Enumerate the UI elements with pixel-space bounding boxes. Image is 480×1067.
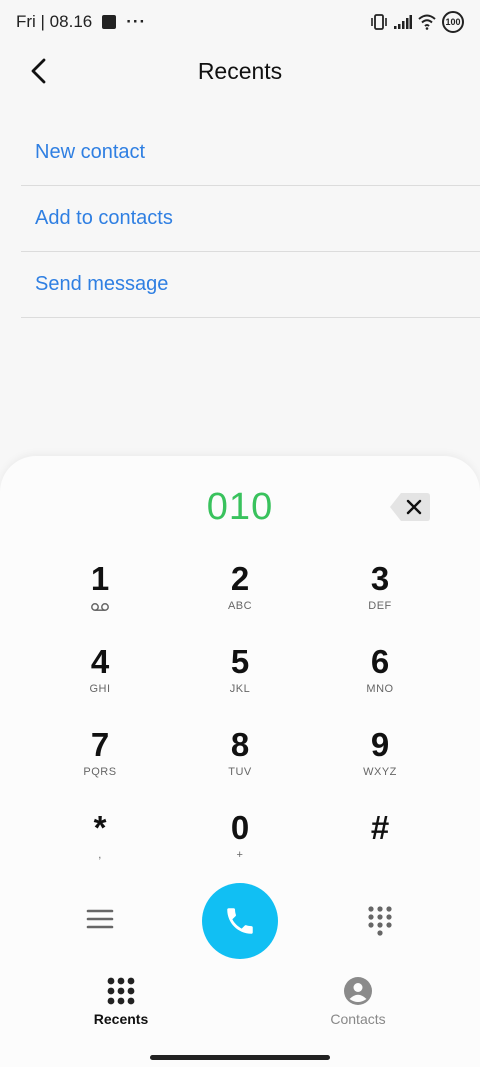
- new-contact-item[interactable]: New contact: [21, 120, 480, 186]
- phone-icon: [227, 908, 253, 934]
- key-letters: ,: [98, 849, 102, 861]
- key-star[interactable]: * ,: [30, 805, 170, 888]
- page-title: Recents: [197, 57, 283, 84]
- status-right: 100: [370, 11, 464, 33]
- backspace-button[interactable]: [389, 492, 431, 522]
- tab-recents-label: Recents: [93, 1011, 149, 1027]
- home-indicator[interactable]: [150, 1055, 330, 1060]
- key-hash[interactable]: #: [310, 805, 450, 888]
- key-2[interactable]: 2 ABC: [170, 556, 310, 639]
- tab-recents[interactable]: Recents: [61, 977, 181, 1027]
- back-button[interactable]: [22, 54, 56, 88]
- backspace-icon: [390, 493, 430, 521]
- dialpad-icon: [368, 906, 392, 936]
- status-time: Fri | 08.16: [16, 12, 93, 31]
- keypad-row: 4 GHI 5 JKL 6 MNO: [30, 639, 450, 722]
- more-notifications-icon: ···: [126, 12, 147, 31]
- menu-button[interactable]: [86, 907, 114, 931]
- key-letters: ABC: [227, 600, 253, 612]
- keypad-toggle-button[interactable]: [366, 905, 394, 937]
- key-7[interactable]: 7 PQRS: [30, 722, 170, 805]
- keypad-row: * , 0 + #: [30, 805, 450, 888]
- key-letters: TUV: [228, 766, 252, 778]
- key-digit: *: [93, 809, 107, 846]
- key-9[interactable]: 9 WXYZ: [310, 722, 450, 805]
- dialer-panel: 010 1 2 ABC 3 DEF 4 GHI 5 JKL 6 MNO 7 PQ…: [0, 456, 480, 1067]
- status-left: Fri | 08.16 ···: [16, 12, 146, 32]
- contact-avatar-icon: [344, 977, 372, 1005]
- key-digit: 4: [90, 643, 110, 680]
- action-list: New contact Add to contacts Send message: [0, 120, 480, 318]
- key-letters: JKL: [229, 683, 251, 695]
- status-bar: Fri | 08.16 ··· 100: [0, 0, 480, 44]
- key-digit: 2: [230, 560, 250, 597]
- key-3[interactable]: 3 DEF: [310, 556, 450, 639]
- key-digit: 9: [370, 726, 390, 763]
- key-digit: 0: [230, 809, 250, 846]
- tab-contacts[interactable]: Contacts: [298, 977, 418, 1027]
- key-letters: WXYZ: [363, 766, 397, 778]
- chevron-left-icon: [31, 58, 46, 84]
- keypad-row: 1 2 ABC 3 DEF: [30, 556, 450, 639]
- key-digit: 7: [90, 726, 110, 763]
- signal-icon: [394, 15, 412, 29]
- key-digit: #: [370, 809, 390, 846]
- key-letters: GHI: [89, 683, 111, 695]
- key-digit: 5: [230, 643, 250, 680]
- key-letters: MNO: [366, 683, 394, 695]
- key-5[interactable]: 5 JKL: [170, 639, 310, 722]
- key-letters: PQRS: [83, 766, 117, 778]
- keypad-row: 7 PQRS 8 TUV 9 WXYZ: [30, 722, 450, 805]
- voicemail-icon: [91, 603, 109, 611]
- key-digit: 8: [230, 726, 250, 763]
- key-0[interactable]: 0 +: [170, 805, 310, 888]
- key-8[interactable]: 8 TUV: [170, 722, 310, 805]
- recents-grid-icon: [107, 977, 135, 1005]
- key-6[interactable]: 6 MNO: [310, 639, 450, 722]
- wifi-icon: [418, 14, 436, 30]
- battery-icon: 100: [442, 11, 464, 33]
- key-1[interactable]: 1: [30, 556, 170, 639]
- key-4[interactable]: 4 GHI: [30, 639, 170, 722]
- battery-level: 100: [445, 17, 461, 27]
- notification-icon: [102, 15, 117, 29]
- dialer-actions: [0, 883, 480, 959]
- hamburger-icon: [86, 909, 114, 929]
- send-message-item[interactable]: Send message: [21, 252, 480, 318]
- tab-contacts-label: Contacts: [330, 1011, 386, 1027]
- call-button[interactable]: [202, 883, 278, 959]
- key-digit: 3: [370, 560, 390, 597]
- key-letters: DEF: [368, 600, 392, 612]
- key-letters: +: [236, 849, 244, 861]
- add-to-contacts-item[interactable]: Add to contacts: [21, 186, 480, 252]
- header: Recents: [0, 44, 480, 98]
- vibrate-icon: [371, 14, 387, 30]
- bottom-nav: Recents Contacts: [0, 977, 480, 1037]
- keypad: 1 2 ABC 3 DEF 4 GHI 5 JKL 6 MNO 7 PQRS 8…: [30, 556, 450, 888]
- key-digit: 1: [90, 560, 110, 597]
- key-digit: 6: [370, 643, 390, 680]
